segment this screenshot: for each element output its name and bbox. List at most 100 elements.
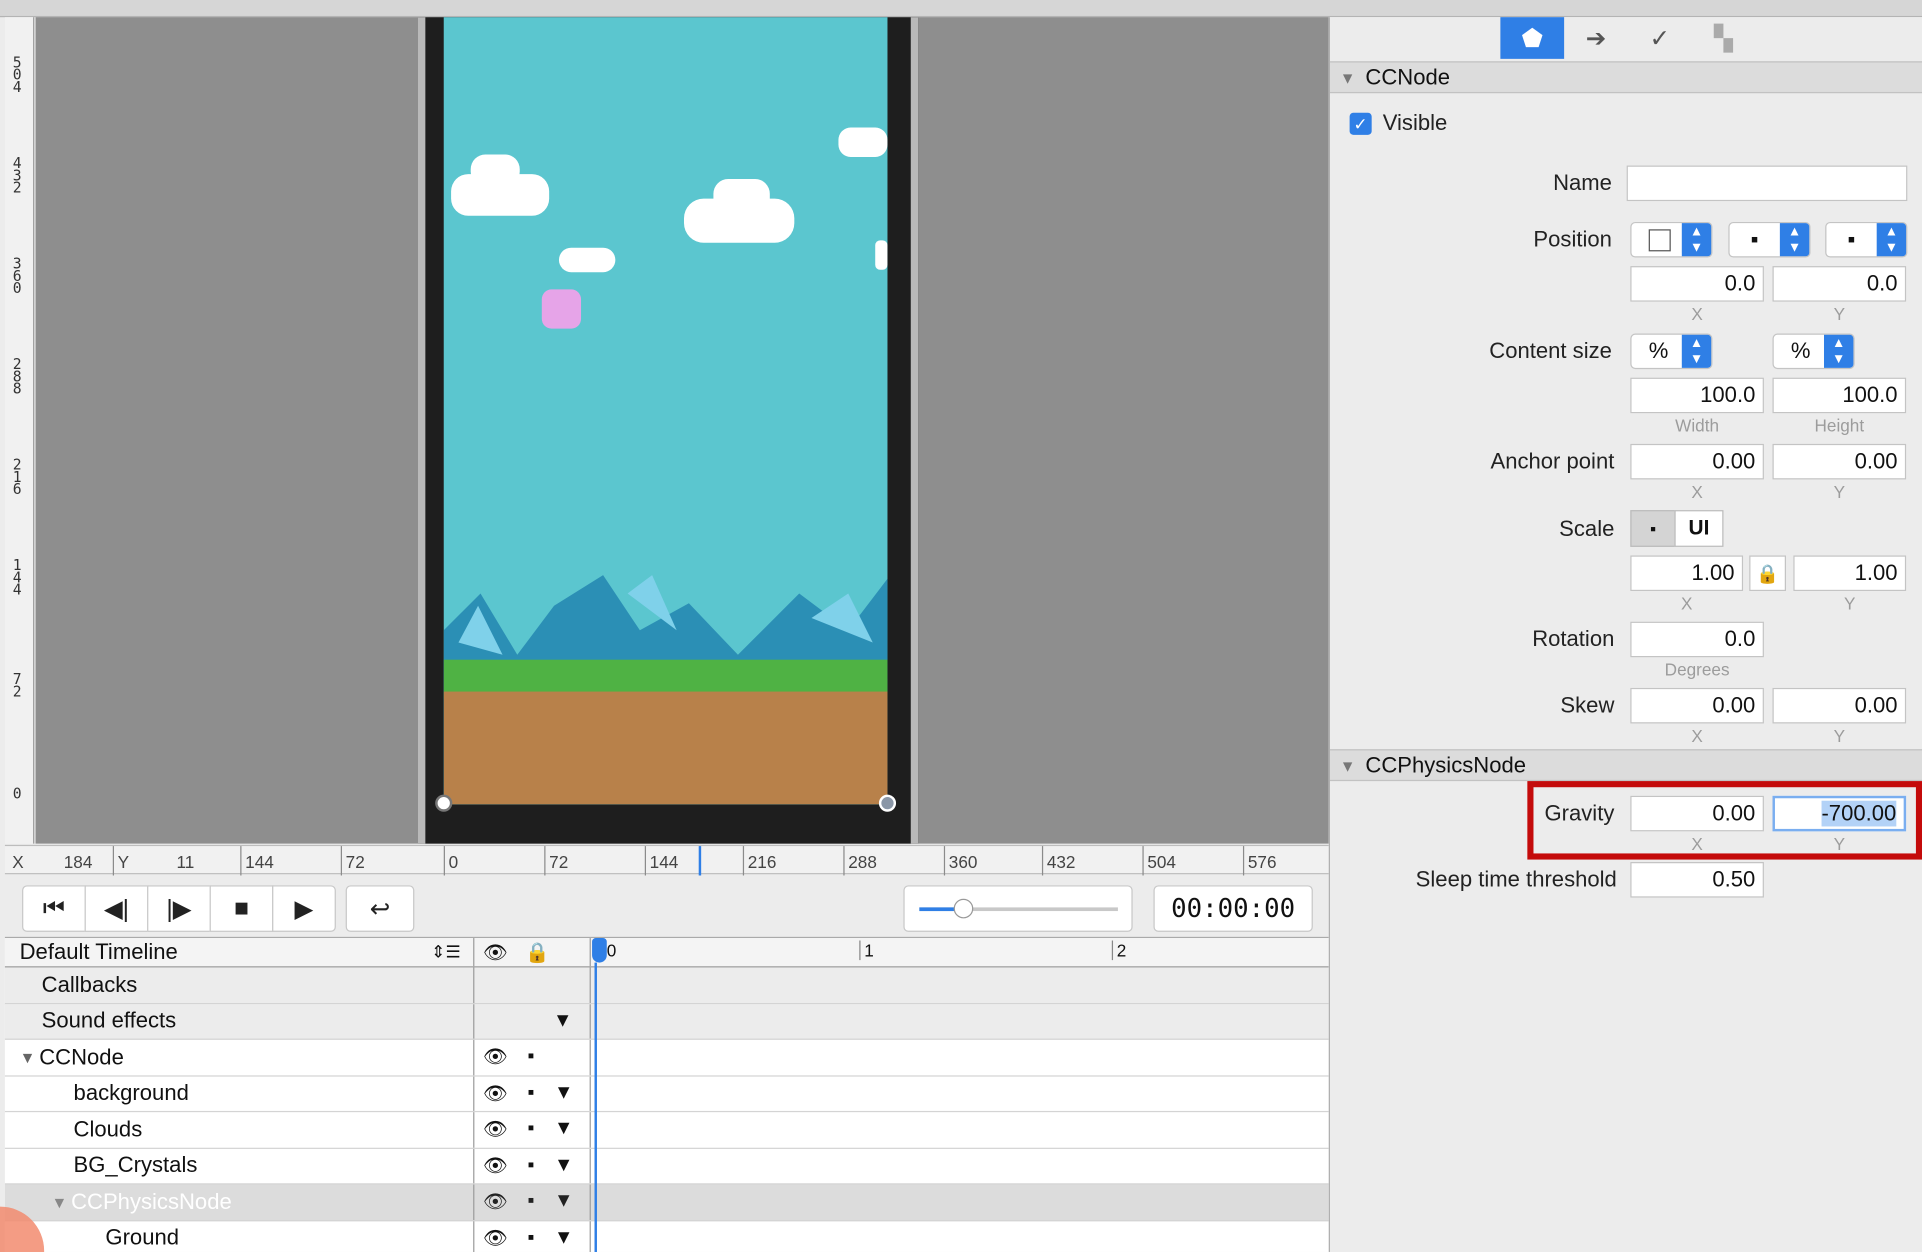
playhead-handle[interactable] — [592, 938, 607, 963]
position-label: Position — [1533, 226, 1612, 252]
eye-icon[interactable]: 👁 — [483, 1081, 508, 1106]
eye-icon[interactable]: 👁 — [483, 1226, 508, 1251]
timeline-row[interactable]: Sound effects ▼ — [4, 1003, 1329, 1040]
row-controls: 👁 ▪ ▼ — [476, 1148, 591, 1184]
scale-mode-ui[interactable]: UI — [1674, 510, 1724, 547]
play-button[interactable]: ▶ — [272, 885, 336, 932]
popup-arrow-icon: ▲ ▼ — [1876, 223, 1907, 257]
time-scale[interactable]: 0 1 2 — [592, 938, 1329, 966]
eye-icon[interactable]: 👁 — [483, 1190, 508, 1215]
skew-x-field[interactable]: 0.00 — [1630, 687, 1764, 724]
content-width-unit-popup[interactable]: % ▲ ▼ — [1630, 333, 1713, 370]
collapse-triangle-icon[interactable]: ▼ — [1340, 68, 1356, 86]
position-type-popup[interactable]: ▲ ▼ — [1630, 221, 1713, 258]
timeline-row[interactable]: background 👁 ▪ ▼ — [4, 1075, 1329, 1113]
name-field[interactable] — [1626, 165, 1908, 202]
vertical-ruler: 5 0 4 4 3 2 3 6 0 2 8 8 2 1 6 1 4 4 7 2 … — [4, 17, 35, 844]
physics-icon: ✓ — [1649, 25, 1670, 53]
anchor-y-field[interactable]: 0.00 — [1772, 443, 1907, 480]
disclosure-icon[interactable]: ▼ — [554, 1119, 573, 1141]
playback-toolbar: ⏮ ◀︎| |▶︎ ■ ▶ ↩ 00:00:00 — [4, 875, 1329, 937]
tab-templates[interactable]: ▚ — [1692, 17, 1756, 59]
step-back-button[interactable]: ◀︎| — [84, 885, 149, 932]
section-ccphysicsnode[interactable]: ▼ CCPhysicsNode — [1329, 749, 1922, 782]
ruler-tick: 504 — [1142, 846, 1176, 876]
lock-dot-icon[interactable]: ▪ — [527, 1191, 534, 1213]
stop-icon: ■ — [234, 894, 249, 922]
skip-to-start-icon: ⏮ — [42, 894, 65, 922]
position-x-unit-popup[interactable]: ▪ ▲ ▼ — [1728, 221, 1811, 258]
stage-canvas[interactable] — [35, 17, 1329, 844]
unit-value: % — [1648, 338, 1669, 363]
rotation-field[interactable]: 0.0 — [1630, 621, 1764, 658]
visible-checkbox[interactable]: ✓ — [1349, 112, 1372, 135]
expand-triangle-icon[interactable]: ▼ — [20, 1048, 40, 1066]
scale-mode-point[interactable]: ▪ — [1630, 510, 1676, 547]
ruler-tick: 72 — [544, 846, 568, 876]
unit-value: % — [1790, 338, 1811, 363]
slider-knob[interactable] — [953, 898, 974, 919]
position-y-field[interactable]: 0.0 — [1772, 266, 1907, 302]
anchor-handle[interactable] — [435, 794, 453, 812]
zoom-slider[interactable] — [903, 885, 1133, 932]
point-icon: ▪ — [1847, 226, 1856, 252]
scale-x-field[interactable]: 1.00 — [1630, 555, 1744, 592]
row-label: Ground — [5, 1220, 475, 1252]
disclosure-icon[interactable]: ▼ — [554, 1155, 573, 1177]
ruler-label: 0 — [12, 784, 22, 802]
timeline-row[interactable]: Callbacks — [4, 967, 1329, 1004]
skew-y-field[interactable]: 0.00 — [1772, 687, 1907, 724]
scale-lock-button[interactable]: 🔒 — [1749, 555, 1786, 592]
row-name: Sound effects — [41, 1008, 177, 1033]
timeline-row[interactable]: BG_Crystals 👁 ▪ ▼ — [4, 1148, 1329, 1185]
eye-icon[interactable]: 👁 — [483, 1154, 508, 1179]
lock-dot-icon[interactable]: ▪ — [527, 1227, 534, 1249]
ruler-tick: 0 — [443, 846, 458, 876]
content-height-unit-popup[interactable]: % ▲ ▼ — [1772, 333, 1855, 370]
anchor-x-field[interactable]: 0.00 — [1630, 443, 1764, 480]
resize-handle[interactable] — [878, 794, 897, 812]
loop-button[interactable]: ↩ — [345, 885, 415, 932]
content-height-field[interactable]: 100.0 — [1772, 377, 1907, 414]
row-label: ▼ CCNode — [5, 1039, 475, 1075]
eye-icon[interactable]: 👁 — [483, 1045, 508, 1070]
collapse-triangle-icon[interactable]: ▼ — [1340, 756, 1356, 774]
ruler-tick: 216 — [742, 846, 776, 876]
timeline-row-selected[interactable]: ▼ CCPhysicsNode 👁 ▪ ▼ — [4, 1184, 1329, 1221]
lock-dot-icon[interactable]: ▪ — [527, 1155, 534, 1177]
ruler-label: 1 4 4 — [12, 556, 22, 599]
eye-icon[interactable]: 👁 — [483, 1117, 508, 1142]
disclosure-icon[interactable]: ▼ — [554, 1227, 573, 1249]
time-mark: 1 — [859, 940, 874, 961]
timeline-menu-icon[interactable]: ⇕☰ — [431, 942, 461, 963]
timeline-row[interactable]: ▼ CCNode 👁 ▪ — [4, 1039, 1329, 1076]
lock-dot-icon[interactable]: ▪ — [527, 1082, 534, 1104]
disclosure-icon[interactable]: ▼ — [554, 1191, 573, 1213]
section-ccnode[interactable]: ▼ CCNode — [1329, 61, 1922, 94]
step-forward-button[interactable]: |▶︎ — [147, 885, 211, 932]
stop-button[interactable]: ■ — [209, 885, 274, 932]
tab-code-connections[interactable]: ➔ — [1564, 17, 1628, 59]
position-y-unit-popup[interactable]: ▪ ▲ ▼ — [1825, 221, 1908, 258]
timeline-row[interactable]: Ground 👁 ▪ ▼ — [5, 1220, 1329, 1252]
position-x-field[interactable]: 0.0 — [1630, 266, 1764, 302]
lock-dot-icon[interactable]: ▪ — [527, 1119, 534, 1141]
timeline-row[interactable]: Clouds 👁 ▪ ▼ — [4, 1112, 1329, 1149]
timeline-header: Default Timeline ⇕☰ 👁 🔒 0 1 2 — [4, 938, 1329, 968]
ruler-tick: 360 — [943, 846, 977, 876]
scale-y-field[interactable]: 1.00 — [1793, 555, 1907, 592]
sleep-threshold-field[interactable]: 0.50 — [1630, 862, 1764, 898]
disclosure-icon[interactable]: ▼ — [553, 1010, 572, 1032]
window-top-strip — [0, 0, 1922, 18]
skip-to-start-button[interactable]: ⏮ — [22, 885, 86, 932]
expand-triangle-icon[interactable]: ▼ — [51, 1193, 71, 1211]
lock-dot-icon[interactable]: ▪ — [527, 1046, 534, 1068]
disclosure-icon[interactable]: ▼ — [554, 1082, 573, 1104]
time-mark: 0 — [606, 940, 617, 961]
content-width-field[interactable]: 100.0 — [1630, 377, 1764, 414]
tab-properties[interactable]: ⬟ — [1500, 17, 1565, 59]
timeline-selector[interactable]: Default Timeline ⇕☰ — [5, 938, 475, 967]
scene-preview[interactable] — [443, 17, 888, 805]
row-name: CCNode — [39, 1044, 124, 1069]
tab-physics[interactable]: ✓ — [1628, 17, 1692, 59]
